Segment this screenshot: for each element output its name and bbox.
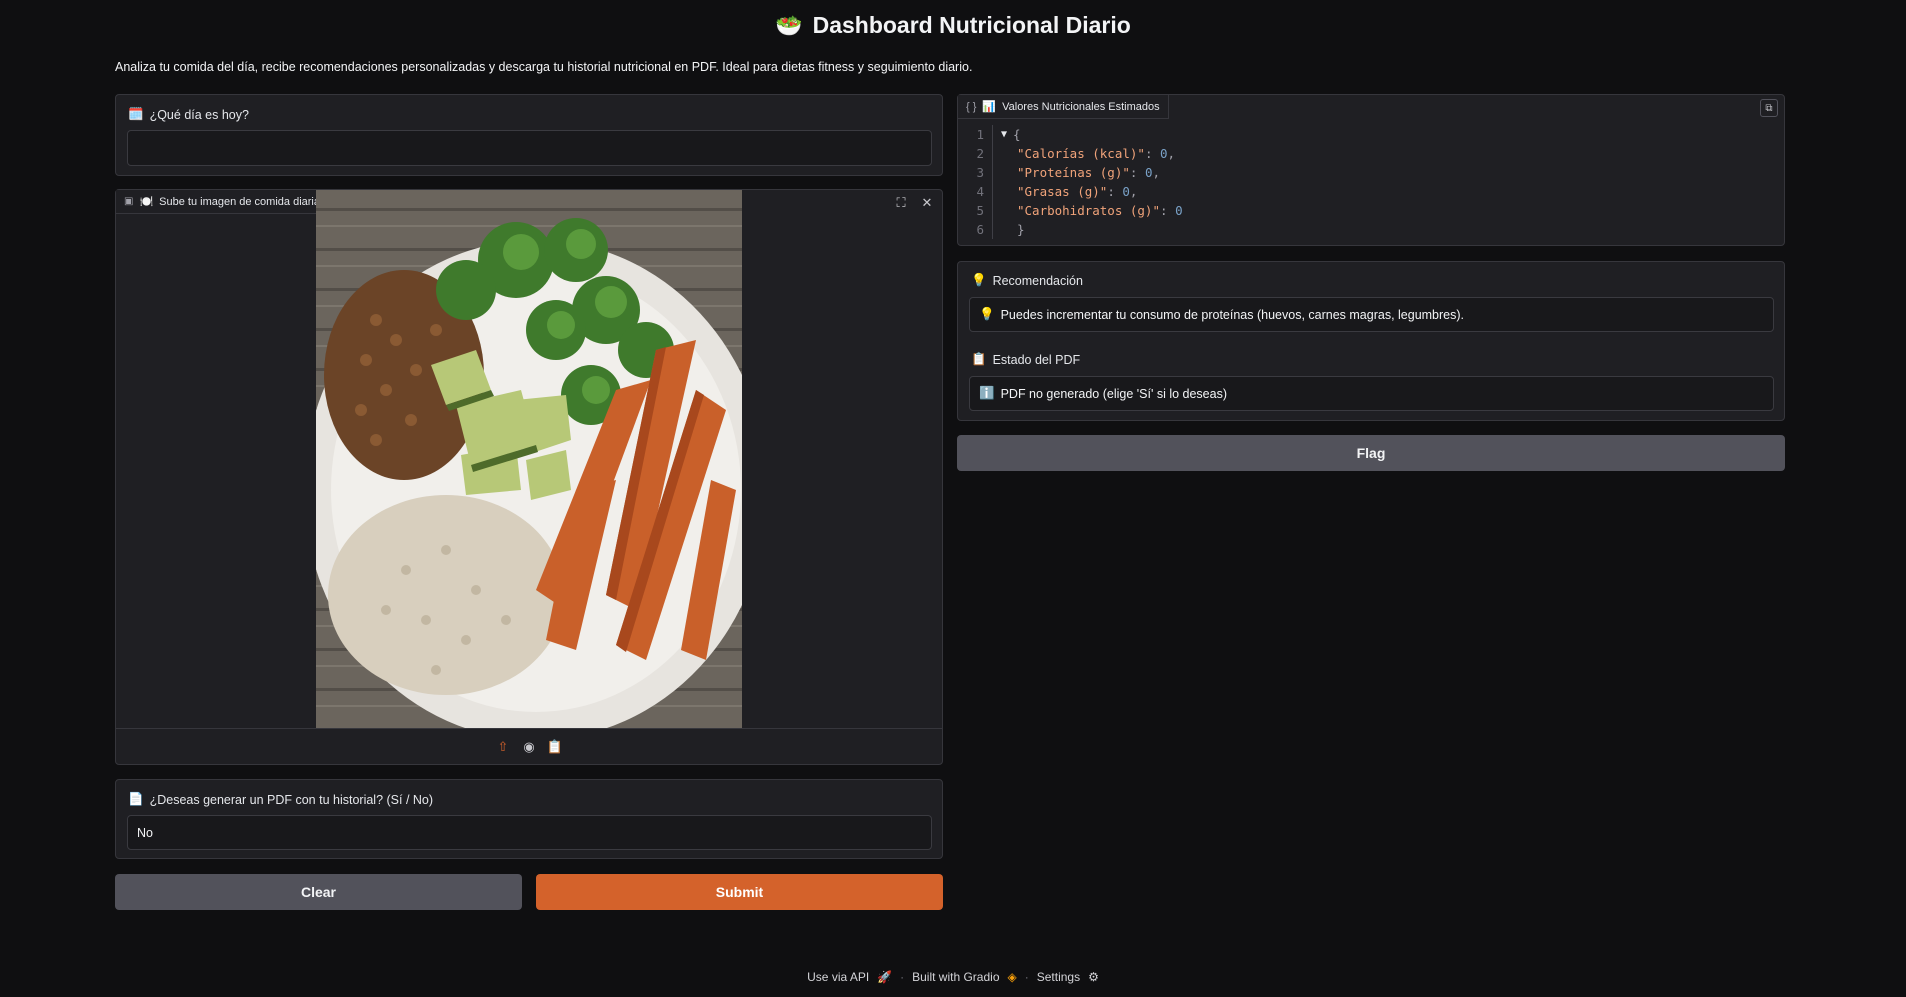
recommendation-text: Puedes incrementar tu consumo de proteín…: [1000, 307, 1465, 322]
fullscreen-icon[interactable]: ⛶: [892, 194, 910, 212]
line-number: 5: [976, 203, 984, 218]
image-icon: 🍽️: [139, 196, 154, 208]
day-label-row: 🗓️ ¿Qué día es hoy?: [128, 107, 249, 122]
open-brace: {: [1013, 127, 1021, 142]
clipboard-icon: 📋: [971, 352, 987, 366]
recommendation-label-row: 💡 Recomendación: [971, 273, 1083, 288]
pdf-label: ¿Deseas generar un PDF con tu historial?…: [149, 792, 434, 807]
pdf-input[interactable]: No: [127, 815, 932, 850]
line-number: 3: [976, 165, 984, 180]
json-output-block: { } 📊 Valores Nutricionales Estimados ⧉ …: [957, 94, 1785, 246]
code-content: ▼ {: [992, 125, 1021, 144]
close-brace: }: [1017, 222, 1025, 237]
results-block: 💡 Recomendación 💡 Puedes incrementar tu …: [957, 261, 1785, 421]
app-page: 🥗 Dashboard Nutricional Diario Analiza t…: [0, 0, 1906, 997]
food-image: [316, 190, 742, 729]
rocket-icon: 🚀: [877, 970, 893, 984]
upload-icon[interactable]: ⇧: [495, 739, 511, 755]
gradio-logo-icon: ◈: [1007, 970, 1017, 984]
salad-bowl-icon: 🥗: [775, 12, 803, 38]
gear-icon: ⚙: [1088, 970, 1099, 984]
json-value: 0: [1175, 203, 1183, 218]
json-value: 0: [1160, 146, 1168, 161]
line-number: 4: [976, 184, 984, 199]
lightbulb-icon: 💡: [971, 273, 987, 287]
image-toolbar: ⛶ ✕: [892, 194, 936, 212]
lightbulb-icon: 💡: [979, 307, 995, 321]
image-upload-block: ▣ 🍽️ Sube tu imagen de comida diaria ⛶ ✕…: [115, 189, 943, 765]
copy-icon[interactable]: ⧉: [1760, 99, 1778, 117]
pdf-label-row: 📄 ¿Deseas generar un PDF con tu historia…: [128, 792, 433, 807]
pdf-status-output: ℹ️ PDF no generado (elige 'Sí' si lo des…: [969, 376, 1774, 411]
settings-link[interactable]: Settings: [1037, 970, 1080, 984]
code-line: 1 ▼ {: [958, 125, 1784, 144]
braces-icon: { }: [966, 100, 977, 113]
json-key: "Calorías (kcal)": [1017, 146, 1145, 161]
collapse-icon[interactable]: ▼: [1001, 129, 1007, 140]
json-key: "Proteínas (g)": [1017, 165, 1130, 180]
code-line: 3 "Proteínas (g)": 0,: [958, 163, 1784, 182]
code-line: 5 "Carbohidratos (g)": 0: [958, 201, 1784, 220]
pdf-status-label: Estado del PDF: [992, 352, 1081, 367]
clear-button[interactable]: Clear: [115, 874, 522, 910]
calendar-icon: 🗓️: [128, 107, 144, 121]
code-line: 4 "Grasas (g)": 0,: [958, 182, 1784, 201]
use-api-link[interactable]: Use via API: [807, 970, 869, 984]
line-number: 2: [976, 146, 984, 161]
code-line: 2 "Calorías (kcal)": 0,: [958, 144, 1784, 163]
pdf-input-block: 📄 ¿Deseas generar un PDF con tu historia…: [115, 779, 943, 859]
bar-chart-icon: 📊: [982, 101, 997, 113]
page-description: Analiza tu comida del día, recibe recome…: [115, 60, 973, 74]
page-title-row: 🥗 Dashboard Nutricional Diario: [0, 12, 1906, 39]
line-number: 1: [976, 127, 984, 142]
code-content: }: [992, 220, 1025, 239]
line-number: 6: [976, 222, 984, 237]
submit-button[interactable]: Submit: [536, 874, 943, 910]
document-icon: 📄: [128, 792, 144, 806]
image-label-tab: ▣ 🍽️ Sube tu imagen de comida diaria: [116, 190, 329, 214]
webcam-icon[interactable]: ◉: [521, 739, 537, 755]
code-content: "Calorías (kcal)": 0,: [992, 144, 1175, 163]
footer-separator: ·: [900, 970, 905, 984]
recommendation-output: 💡 Puedes incrementar tu consumo de prote…: [969, 297, 1774, 332]
recommendation-label: Recomendación: [992, 273, 1083, 288]
code-content: "Grasas (g)": 0,: [992, 182, 1137, 201]
json-key: "Grasas (g)": [1017, 184, 1108, 199]
image-label: Sube tu imagen de comida diaria: [159, 195, 320, 208]
close-icon[interactable]: ✕: [918, 194, 936, 212]
code-content: "Proteínas (g)": 0,: [992, 163, 1160, 182]
footer-separator: ·: [1024, 970, 1029, 984]
day-input-block: 🗓️ ¿Qué día es hoy?: [115, 94, 943, 176]
code-content: "Carbohidratos (g)": 0: [992, 201, 1183, 220]
json-key: "Carbohidratos (g)": [1017, 203, 1160, 218]
json-value: 0: [1122, 184, 1130, 199]
code-line: 6 }: [958, 220, 1784, 239]
image-frame-icon: ▣: [124, 196, 134, 207]
json-label-tab: { } 📊 Valores Nutricionales Estimados: [958, 95, 1169, 119]
pdf-status-label-row: 📋 Estado del PDF: [971, 352, 1080, 367]
day-input[interactable]: [127, 130, 932, 166]
info-icon: ℹ️: [979, 386, 995, 400]
image-source-bar: ⇧ ◉ 📋: [116, 728, 942, 764]
json-code: 1 ▼ { 2 "Calorías (kcal)": 0, 3 "Proteín…: [958, 125, 1784, 239]
page-title: Dashboard Nutricional Diario: [812, 12, 1131, 38]
clipboard-paste-icon[interactable]: 📋: [547, 739, 563, 755]
built-with-gradio-link[interactable]: Built with Gradio: [912, 970, 999, 984]
day-label: ¿Qué día es hoy?: [149, 107, 249, 122]
json-value: 0: [1144, 165, 1153, 180]
pdf-status-text: PDF no generado (elige 'Sí' si lo deseas…: [1000, 386, 1228, 401]
flag-button[interactable]: Flag: [957, 435, 1785, 471]
page-footer: Use via API 🚀 · Built with Gradio ◈ · Se…: [0, 970, 1906, 984]
json-label: Valores Nutricionales Estimados: [1002, 100, 1160, 113]
